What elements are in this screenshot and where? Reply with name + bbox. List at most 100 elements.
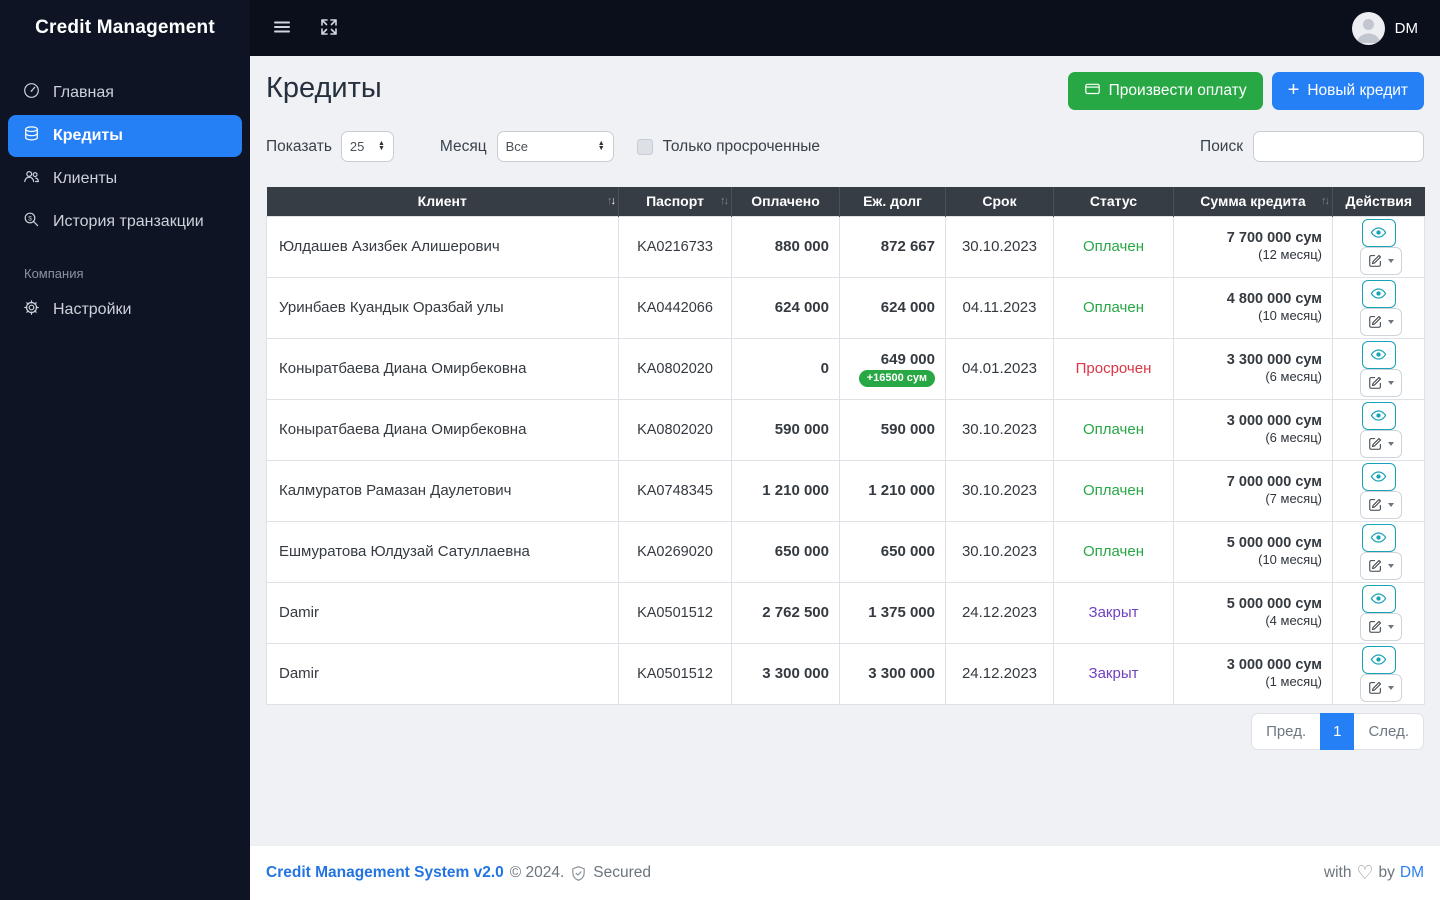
status-label: Оплачен bbox=[1053, 459, 1174, 522]
user-menu[interactable]: DM bbox=[1351, 11, 1418, 45]
paid-amount: 590 000 bbox=[731, 398, 840, 461]
column-header-label: Действия bbox=[1345, 193, 1413, 210]
paid-amount: 650 000 bbox=[731, 520, 840, 583]
due-date: 24.12.2023 bbox=[945, 581, 1054, 644]
paid-amount: 3 300 000 bbox=[731, 642, 840, 705]
credit-amount-cell: 3 000 000 сум (6 месяц) bbox=[1173, 398, 1333, 461]
view-button[interactable] bbox=[1361, 279, 1396, 308]
passport-number: KA0269020 bbox=[618, 520, 732, 583]
credit-amount: 4 800 000 сум bbox=[1226, 291, 1322, 308]
credit-amount: 7 000 000 сум bbox=[1226, 474, 1322, 491]
edit-dropdown-button[interactable] bbox=[1359, 612, 1402, 641]
column-header-6[interactable]: Сумма кредита ↑↓ bbox=[1173, 187, 1333, 216]
view-button[interactable] bbox=[1361, 340, 1396, 369]
caret-down-icon bbox=[1387, 563, 1394, 568]
author-link[interactable]: DM bbox=[1400, 864, 1424, 882]
credit-amount: 3 000 000 сум bbox=[1226, 657, 1322, 674]
by-label: by bbox=[1378, 864, 1395, 881]
eye-icon bbox=[1370, 224, 1387, 241]
due-date: 04.11.2023 bbox=[945, 276, 1054, 339]
search-input[interactable] bbox=[1253, 131, 1424, 162]
view-button[interactable] bbox=[1361, 645, 1396, 674]
month-select[interactable]: Все ▲ ▼ bbox=[496, 131, 614, 162]
monthly-debt: 3 300 000 bbox=[868, 665, 935, 682]
actions-cell bbox=[1332, 337, 1425, 400]
column-header-5: Статус bbox=[1053, 187, 1174, 216]
paid-amount: 2 762 500 bbox=[731, 581, 840, 644]
monthly-debt-cell: 650 000 bbox=[839, 520, 946, 583]
topbar: DM bbox=[250, 0, 1440, 56]
pagination-next-button[interactable]: След. bbox=[1354, 712, 1424, 750]
monthly-debt: 872 667 bbox=[880, 238, 935, 255]
monthly-debt: 649 000 bbox=[880, 350, 935, 368]
sidebar-item-clients[interactable]: Клиенты bbox=[8, 158, 242, 200]
passport-number: KA0748345 bbox=[618, 459, 732, 522]
new-credit-label: Новый кредит bbox=[1307, 82, 1408, 99]
speedometer-icon bbox=[23, 82, 40, 104]
fullscreen-button[interactable] bbox=[320, 18, 338, 39]
caret-down-icon bbox=[1387, 624, 1394, 629]
make-payment-label: Произвести оплату bbox=[1108, 82, 1247, 99]
due-date: 04.01.2023 bbox=[945, 337, 1054, 400]
edit-dropdown-button[interactable] bbox=[1359, 490, 1402, 519]
edit-dropdown-button[interactable] bbox=[1359, 246, 1402, 275]
credit-amount-cell: 5 000 000 сум (10 месяц) bbox=[1173, 520, 1333, 583]
overdue-only-checkbox[interactable] bbox=[636, 138, 653, 155]
new-credit-button[interactable]: + Новый кредит bbox=[1271, 72, 1424, 110]
sort-arrows-icon: ↑↓ bbox=[607, 195, 616, 208]
sidebar-section-company: Компания bbox=[24, 266, 84, 281]
wallet-icon bbox=[1084, 80, 1101, 102]
sidebar-item-settings[interactable]: Настройки bbox=[8, 289, 242, 331]
passport-number: KA0501512 bbox=[618, 642, 732, 705]
monthly-debt-cell: 590 000 bbox=[839, 398, 946, 461]
view-button[interactable] bbox=[1361, 462, 1396, 491]
status-label: Оплачен bbox=[1053, 398, 1174, 461]
actions-cell bbox=[1332, 215, 1425, 278]
sidebar-toggle-button[interactable] bbox=[272, 17, 292, 40]
edit-dropdown-button[interactable] bbox=[1359, 673, 1402, 702]
sidebar-item-label: Главная bbox=[53, 84, 114, 101]
pagination-page-1-button[interactable]: 1 bbox=[1320, 712, 1355, 750]
view-button[interactable] bbox=[1361, 523, 1396, 552]
search-label: Поиск bbox=[1200, 137, 1243, 155]
edit-dropdown-button[interactable] bbox=[1359, 307, 1402, 336]
sidebar-item-credits[interactable]: Кредиты bbox=[8, 115, 242, 157]
status-label: Закрыт bbox=[1053, 581, 1174, 644]
column-header-0[interactable]: Клиент ↑↓ bbox=[266, 187, 619, 216]
credit-row: Коныратбаева Диана Омирбековна KA0802020… bbox=[266, 398, 1425, 461]
sidebar-item-transaction-history[interactable]: $ История транзакции bbox=[8, 201, 242, 243]
sidebar-item-label: История транзакции bbox=[53, 213, 204, 230]
eye-icon bbox=[1370, 346, 1387, 363]
footer-brand-link[interactable]: Credit Management System v2.0 bbox=[266, 864, 504, 882]
view-button[interactable] bbox=[1361, 401, 1396, 430]
client-name: Уринбаев Куандык Оразбай улы bbox=[266, 276, 619, 339]
client-name: Коныратбаева Диана Омирбековна bbox=[266, 398, 619, 461]
column-header-4: Срок bbox=[945, 187, 1054, 216]
paid-amount: 624 000 bbox=[731, 276, 840, 339]
paid-amount: 1 210 000 bbox=[731, 459, 840, 522]
make-payment-button[interactable]: Произвести оплату bbox=[1067, 72, 1263, 110]
actions-cell bbox=[1332, 581, 1425, 644]
footer: Credit Management System v2.0 © 2024. Se… bbox=[250, 845, 1440, 900]
pagination-prev-button[interactable]: Пред. bbox=[1251, 712, 1321, 750]
edit-dropdown-button[interactable] bbox=[1359, 368, 1402, 397]
eye-icon bbox=[1370, 468, 1387, 485]
credit-amount: 5 000 000 сум bbox=[1226, 535, 1322, 552]
sidebar-item-dashboard[interactable]: Главная bbox=[8, 72, 242, 114]
edit-dropdown-button[interactable] bbox=[1359, 551, 1402, 580]
actions-cell bbox=[1332, 459, 1425, 522]
column-header-label: Оплачено bbox=[751, 193, 820, 210]
sidebar-item-label: Кредиты bbox=[53, 127, 123, 144]
column-header-label: Паспорт bbox=[646, 193, 704, 210]
credit-amount-cell: 7 700 000 сум (12 месяц) bbox=[1173, 215, 1333, 278]
pencil-square-icon bbox=[1368, 680, 1383, 695]
view-button[interactable] bbox=[1361, 218, 1396, 247]
select-carets-icon: ▲ ▼ bbox=[597, 140, 605, 152]
credits-table-header-row: Клиент ↑↓ Паспорт ↑↓ Оплачено Еж. долг Срок Ста… bbox=[266, 187, 1425, 216]
edit-dropdown-button[interactable] bbox=[1359, 429, 1402, 458]
column-header-1[interactable]: Паспорт ↑↓ bbox=[618, 187, 732, 216]
column-header-7: Действия bbox=[1332, 187, 1425, 216]
status-label: Просрочен bbox=[1053, 337, 1174, 400]
view-button[interactable] bbox=[1361, 584, 1396, 613]
page-size-select[interactable]: 25 ▲ ▼ bbox=[340, 131, 394, 162]
